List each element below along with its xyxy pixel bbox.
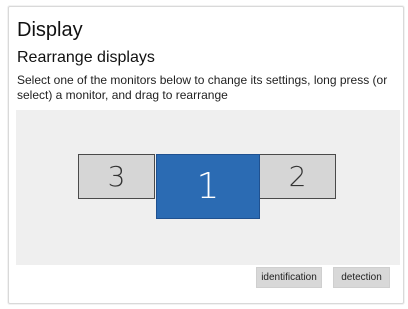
monitor-3[interactable]: 3 <box>78 154 155 199</box>
identify-button[interactable]: identification <box>256 267 322 288</box>
monitor-2[interactable]: 2 <box>259 154 336 199</box>
monitor-2-label: 2 <box>288 160 307 193</box>
instruction-text: Select one of the monitors below to chan… <box>17 73 388 102</box>
monitor-3-label: 3 <box>107 160 126 193</box>
section-title: Rearrange displays <box>17 49 155 66</box>
monitor-arrangement-area[interactable]: 3 2 1 <box>16 110 400 265</box>
monitor-1-selected[interactable]: 1 <box>156 154 260 219</box>
page-title: Display <box>17 19 83 41</box>
monitor-1-label: 1 <box>196 166 220 207</box>
detect-button[interactable]: detection <box>333 267 390 288</box>
